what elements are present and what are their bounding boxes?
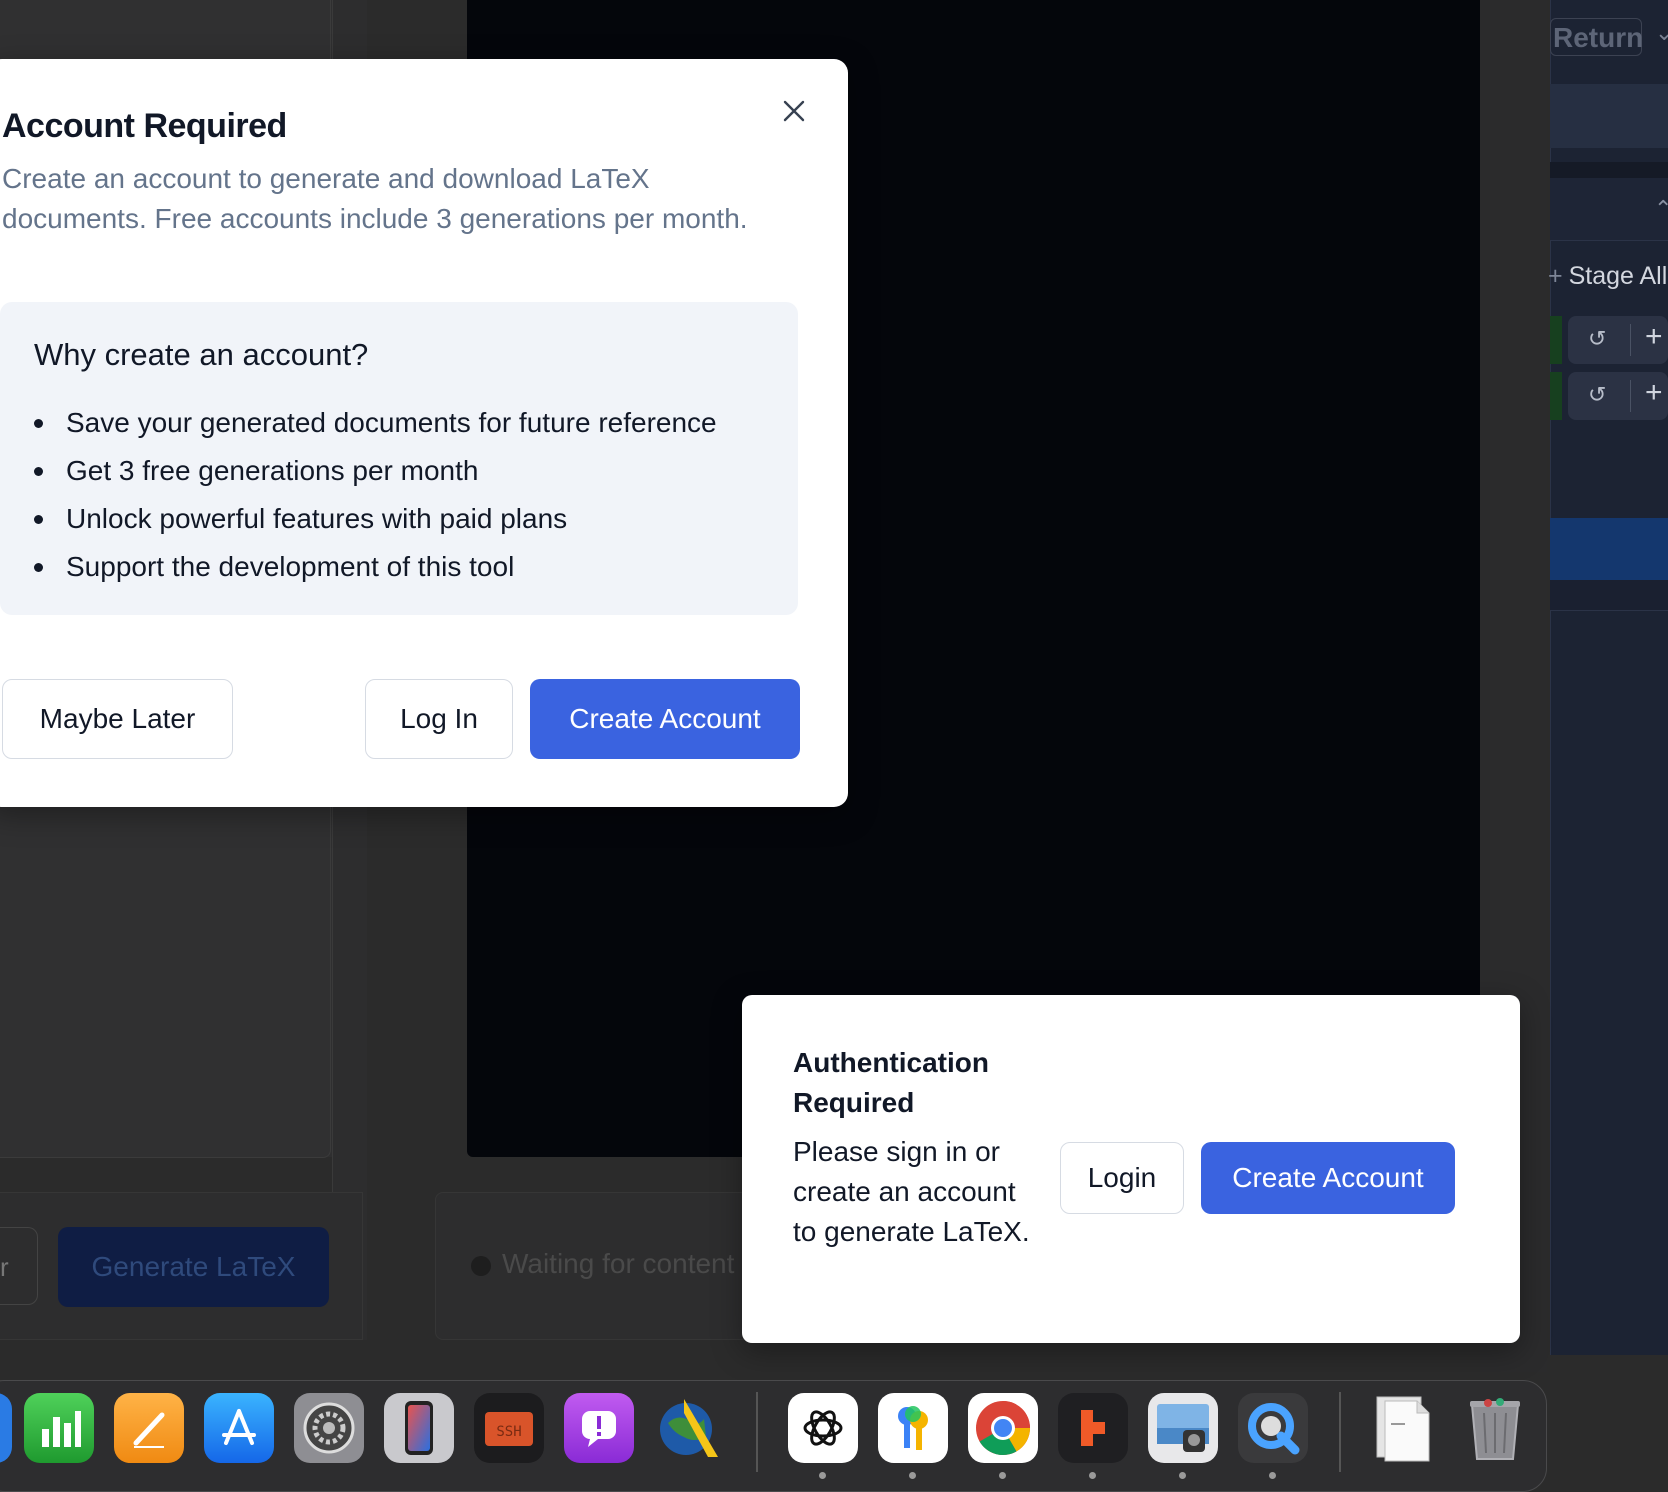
toast-title: Authentication Required <box>793 1047 989 1118</box>
toast-login-button[interactable]: Login <box>1060 1142 1184 1214</box>
list-item: Get 3 free generations per month <box>34 447 717 495</box>
running-indicator <box>819 1472 826 1479</box>
stage-file-icon[interactable]: + <box>1645 376 1663 410</box>
create-account-button[interactable]: Create Account <box>530 679 800 759</box>
panel-separator <box>1550 162 1668 178</box>
dialog-title: Account Required <box>2 107 287 145</box>
list-item: Save your generated documents for future… <box>34 399 717 447</box>
chevron-down-icon[interactable]: ⌄ <box>1655 20 1668 46</box>
secondary-button[interactable]: r <box>0 1227 38 1305</box>
status-indicator <box>471 1256 491 1276</box>
panel-separator <box>1550 580 1668 611</box>
dock-divider <box>756 1392 758 1472</box>
pages-icon[interactable] <box>114 1393 184 1463</box>
status-text: Waiting for content <box>502 1248 735 1279</box>
changed-file-row[interactable]: ↺ + <box>1550 372 1668 420</box>
discard-icon[interactable]: ↺ <box>1588 326 1606 352</box>
running-indicator <box>999 1472 1006 1479</box>
iphone-mirroring-icon[interactable] <box>384 1393 454 1463</box>
list-item: Unlock powerful features with paid plans <box>34 495 717 543</box>
running-indicator <box>909 1472 916 1479</box>
dialog-description: Create an account to generate and downlo… <box>2 163 748 234</box>
numbers-icon[interactable] <box>24 1393 94 1463</box>
passwords-icon[interactable] <box>878 1393 948 1463</box>
benefits-list: Save your generated documents for future… <box>34 399 717 591</box>
account-required-dialog: Account Required Create an account to ge… <box>0 59 848 807</box>
ssh-files-icon[interactable]: SSH <box>474 1393 544 1463</box>
file-status-marker <box>1550 316 1562 364</box>
preview-icon[interactable] <box>1148 1393 1218 1463</box>
trash-icon[interactable] <box>1460 1393 1530 1463</box>
stage-all-label: Stage All <box>1568 262 1668 290</box>
quicktime-icon[interactable] <box>1238 1393 1308 1463</box>
chevron-up-icon[interactable]: ⌃ <box>1654 196 1668 222</box>
divider <box>1630 380 1631 412</box>
git-app-icon[interactable] <box>1058 1393 1128 1463</box>
app-store-icon[interactable] <box>204 1393 274 1463</box>
return-key-badge: Return <box>1550 18 1643 56</box>
partial-app-icon[interactable] <box>0 1393 12 1463</box>
feedback-assistant-icon[interactable] <box>564 1393 634 1463</box>
chrome-icon[interactable] <box>968 1393 1038 1463</box>
stage-file-icon[interactable]: + <box>1645 320 1663 354</box>
generate-latex-button[interactable]: Generate LaTeX <box>58 1227 329 1307</box>
list-item: Support the development of this tool <box>34 543 717 591</box>
close-icon[interactable] <box>772 89 816 133</box>
log-in-button[interactable]: Log In <box>365 679 513 759</box>
documents-icon[interactable] <box>1370 1393 1440 1463</box>
dock-divider <box>1339 1392 1341 1472</box>
discard-icon[interactable]: ↺ <box>1588 382 1606 408</box>
divider <box>1630 324 1631 356</box>
commit-message-input[interactable] <box>1550 84 1668 148</box>
running-indicator <box>1269 1472 1276 1479</box>
benefits-box: Why create an account? Save your generat… <box>0 302 798 615</box>
maybe-later-button[interactable]: Maybe Later <box>2 679 233 759</box>
google-earth-icon[interactable] <box>654 1393 724 1463</box>
selected-item[interactable] <box>1550 518 1668 580</box>
benefits-title: Why create an account? <box>34 337 369 372</box>
toast-description: Please sign in or create an account to g… <box>793 1136 1030 1247</box>
running-indicator <box>1179 1472 1186 1479</box>
changes-section-header[interactable] <box>1550 178 1668 241</box>
file-status-marker <box>1550 372 1562 420</box>
system-settings-icon[interactable] <box>294 1393 364 1463</box>
toast-create-account-button[interactable]: Create Account <box>1201 1142 1455 1214</box>
stage-all-button[interactable]: + Stage All <box>1548 262 1667 291</box>
svg-text:SSH: SSH <box>496 1424 521 1440</box>
chatgpt-icon[interactable] <box>788 1393 858 1463</box>
authentication-toast: Authentication Required Please sign in o… <box>742 995 1520 1343</box>
changed-file-row[interactable]: ↺ + <box>1550 316 1668 364</box>
running-indicator <box>1089 1472 1096 1479</box>
